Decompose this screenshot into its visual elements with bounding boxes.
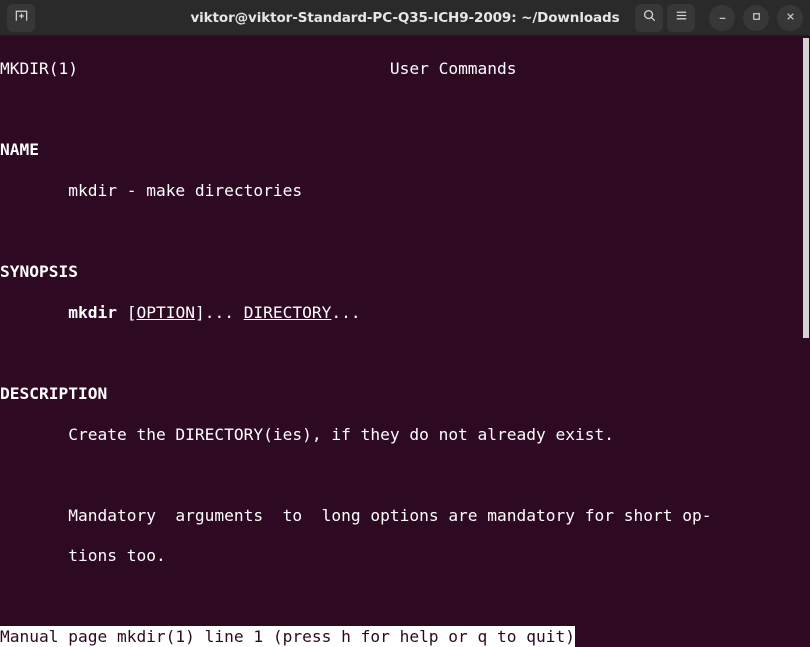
synopsis-heading-text: SYNOPSIS: [0, 262, 78, 282]
menu-button[interactable]: [667, 3, 695, 32]
new-tab-button[interactable]: [7, 3, 35, 32]
new-tab-icon: [14, 8, 29, 27]
name-body-text: mkdir - make directories: [68, 181, 303, 201]
synopsis-option-arg: OPTION: [136, 302, 195, 322]
synopsis-open: [: [116, 302, 137, 322]
terminal-window: viktor@viktor-Standard-PC-Q35-ICH9-2009:…: [0, 0, 810, 647]
minimize-icon: [716, 8, 729, 27]
maximize-icon: [750, 8, 763, 27]
scrollbar-thumb[interactable]: [803, 38, 809, 338]
synopsis-body-row: mkdir [OPTION]... DIRECTORY...: [0, 303, 810, 323]
terminal-screen[interactable]: MKDIR(1) User Commands MKDIR(1) NAME mkd…: [0, 36, 810, 647]
search-icon: [642, 8, 657, 27]
man-header-center: User Commands: [389, 59, 517, 79]
hamburger-menu-icon: [674, 8, 689, 27]
synopsis-command: mkdir: [68, 302, 117, 322]
section-heading-synopsis: SYNOPSIS: [0, 262, 810, 282]
terminal-scrollbar[interactable]: [802, 36, 810, 647]
search-button[interactable]: [635, 3, 663, 32]
maximize-button[interactable]: [743, 4, 769, 31]
blank-row: [0, 587, 810, 607]
man-page-content: MKDIR(1) User Commands MKDIR(1) NAME mkd…: [0, 36, 810, 647]
blank-row: [0, 222, 810, 242]
synopsis-directory-arg: DIRECTORY: [243, 302, 332, 322]
description-text-2: Mandatory arguments to long options are …: [68, 505, 712, 525]
window-titlebar: viktor@viktor-Standard-PC-Q35-ICH9-2009:…: [0, 0, 810, 36]
description-heading-text: DESCRIPTION: [0, 384, 108, 404]
less-status-bar: Manual page mkdir(1) line 1 (press h for…: [0, 626, 810, 647]
text-cursor: [575, 626, 584, 647]
blank-row: [0, 343, 810, 363]
close-icon: [784, 8, 797, 27]
man-header-left: MKDIR(1): [0, 59, 78, 79]
name-body-row: mkdir - make directories: [0, 181, 810, 201]
name-heading-text: NAME: [0, 140, 39, 160]
description-line-2: Mandatory arguments to long options are …: [0, 506, 810, 526]
titlebar-left-controls: [7, 3, 35, 32]
section-heading-name: NAME: [0, 140, 810, 160]
synopsis-end: ...: [331, 302, 361, 322]
minimize-button[interactable]: [709, 4, 735, 31]
description-text-3: tions too.: [68, 546, 166, 566]
blank-row: [0, 100, 810, 120]
section-heading-description: DESCRIPTION: [0, 384, 810, 404]
titlebar-right-controls: [635, 3, 803, 32]
less-status-text: Manual page mkdir(1) line 1 (press h for…: [0, 626, 575, 647]
close-button[interactable]: [777, 4, 803, 31]
man-header-row: MKDIR(1) User Commands MKDIR(1): [0, 59, 810, 79]
description-line-3: tions too.: [0, 546, 810, 566]
blank-row: [0, 465, 810, 485]
description-line-1: Create the DIRECTORY(ies), if they do no…: [0, 425, 810, 445]
synopsis-mid: ]...: [194, 302, 244, 322]
description-text-1: Create the DIRECTORY(ies), if they do no…: [68, 424, 614, 444]
